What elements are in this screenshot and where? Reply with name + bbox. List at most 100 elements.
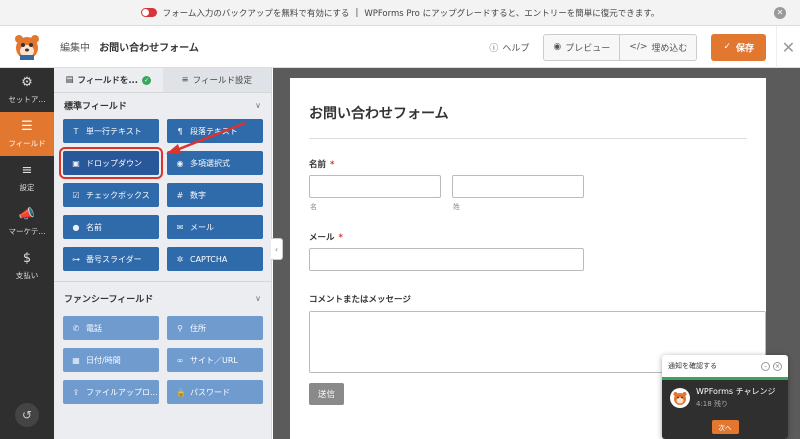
fields-panel: ▤ フィールドを... ✓ ≡ フィールド設定 標準フィールド ∨ T 単一行テキ… xyxy=(54,68,272,439)
preview-button[interactable]: ◉ プレビュー xyxy=(544,34,620,60)
notice-separator: | xyxy=(355,7,359,18)
wpforms-challenge-popup: 通知を確認する – × WPForms チャレンジ 4:18 残り 次へ xyxy=(662,355,788,439)
submit-button[interactable]: 送信 xyxy=(309,383,344,405)
nav-setup-label: セットア... xyxy=(8,94,46,104)
checkbox-icon: ☑ xyxy=(72,190,80,200)
field-address[interactable]: ⚲ 住所 xyxy=(167,316,263,340)
chevron-down-icon: ∨ xyxy=(255,100,261,110)
code-icon: </> xyxy=(629,42,648,52)
close-icon[interactable]: ✕ xyxy=(774,7,786,19)
exit-builder-icon[interactable]: ✕ xyxy=(776,26,800,68)
form-name: お問い合わせフォーム xyxy=(99,43,199,54)
check-icon: ✓ xyxy=(723,42,731,52)
field-email[interactable]: ✉ メール xyxy=(167,215,263,239)
email-label-text: メール xyxy=(309,233,335,243)
field-multiple-choice[interactable]: ◉ 多項選択式 xyxy=(167,151,263,175)
minimize-icon[interactable]: – xyxy=(761,361,770,371)
embed-button[interactable]: </> 埋め込む xyxy=(619,34,697,60)
first-name-input[interactable] xyxy=(309,175,441,198)
help-label: ヘルプ xyxy=(502,43,530,54)
upload-icon: ⇪ xyxy=(72,387,80,397)
dollar-icon: $ xyxy=(22,250,32,266)
email-field-label[interactable]: メール * xyxy=(309,231,343,243)
editing-title: 編集中 お問い合わせフォーム xyxy=(60,39,199,54)
notice-text[interactable]: フォーム入力のバックアップを無料で有効にする xyxy=(163,7,350,19)
field-label: 単一行テキスト xyxy=(86,126,142,136)
challenge-title: WPForms チャレンジ xyxy=(696,387,776,396)
field-date-time[interactable]: ▦ 日付/時間 xyxy=(63,348,159,372)
message-field-label[interactable]: コメントまたはメッセージ xyxy=(309,293,411,305)
backup-toggle[interactable] xyxy=(140,8,157,17)
field-single-line-text[interactable]: T 単一行テキスト xyxy=(63,119,159,143)
required-mark: * xyxy=(338,233,343,243)
last-name-input[interactable] xyxy=(452,175,584,198)
chevron-down-icon: ∨ xyxy=(255,293,261,303)
nav-settings[interactable]: ≡ 設定 xyxy=(0,156,54,200)
next-button[interactable]: 次へ xyxy=(711,420,739,434)
paragraph-icon: ¶ xyxy=(177,126,183,136)
email-input[interactable] xyxy=(309,248,584,271)
bear-avatar-icon xyxy=(670,387,690,408)
left-nav: ⚙ セットア... ☰ フィールド ≡ 設定 📣 マーケテ... $ 支払い ↺ xyxy=(0,68,54,439)
field-label: チェックボックス xyxy=(86,190,150,200)
nav-payments-label: 支払い xyxy=(15,270,39,280)
field-label: 名前 xyxy=(86,222,102,232)
editing-label: 編集中 xyxy=(60,43,90,54)
field-label: 数字 xyxy=(190,190,206,200)
tab-field-settings-label: フィールド設定 xyxy=(192,76,252,86)
save-label: 保存 xyxy=(735,43,754,54)
check-circle-icon: ✓ xyxy=(142,75,152,85)
field-label: 番号スライダー xyxy=(86,254,142,264)
field-label: ファイルアップロ... xyxy=(86,387,158,397)
field-password[interactable]: 🔒 パスワード xyxy=(167,380,263,404)
tab-add-fields[interactable]: ▤ フィールドを... ✓ xyxy=(54,68,163,92)
field-file-upload[interactable]: ⇪ ファイルアップロ... xyxy=(63,380,159,404)
challenge-header-text: 通知を確認する xyxy=(668,362,717,370)
name-field-label[interactable]: 名前 * xyxy=(309,158,334,170)
field-label: 多項選択式 xyxy=(190,158,230,168)
fancy-fields-grid: ✆ 電話 ⚲ 住所 ▦ 日付/時間 ∞ サイト／URL ⇪ ファイルアップロ... 🔒 パス… xyxy=(54,310,271,404)
field-name[interactable]: ● 名前 xyxy=(63,215,159,239)
megaphone-icon: 📣 xyxy=(18,206,36,222)
field-website-url[interactable]: ∞ サイト／URL xyxy=(167,348,263,372)
envelope-icon: ✉ xyxy=(176,222,184,232)
challenge-time: 4:18 残り xyxy=(696,400,728,408)
field-number-slider[interactable]: ⊶ 番号スライダー xyxy=(63,247,159,271)
title-divider xyxy=(309,138,747,139)
help-link[interactable]: ⓘ ヘルプ xyxy=(489,41,529,54)
field-label: サイト／URL xyxy=(190,355,238,365)
field-phone[interactable]: ✆ 電話 xyxy=(63,316,159,340)
field-checkboxes[interactable]: ☑ チェックボックス xyxy=(63,183,159,207)
preview-embed-group: ◉ プレビュー </> 埋め込む xyxy=(543,33,698,61)
nav-marketing[interactable]: 📣 マーケテ... xyxy=(0,200,54,244)
nav-setup[interactable]: ⚙ セットア... xyxy=(0,68,54,112)
sliders-icon: ≡ xyxy=(21,162,33,178)
name-label-text: 名前 xyxy=(309,160,327,170)
revisions-icon[interactable]: ↺ xyxy=(15,403,39,427)
form-title: お問い合わせフォーム xyxy=(309,106,449,122)
field-label: CAPTCHA xyxy=(190,254,228,264)
nav-fields-label: フィールド xyxy=(8,138,46,148)
standard-fields-header[interactable]: 標準フィールド ∨ xyxy=(54,93,271,117)
collapse-panel-handle[interactable]: ‹ xyxy=(271,238,283,260)
person-icon: ● xyxy=(72,222,80,232)
fancy-fields-header[interactable]: ファンシーフィールド ∨ xyxy=(54,286,271,310)
required-mark: * xyxy=(330,160,335,170)
nav-marketing-label: マーケテ... xyxy=(8,226,46,236)
field-label: 段落テキスト xyxy=(190,126,238,136)
field-dropdown[interactable]: ▣ ドロップダウン xyxy=(59,147,163,179)
section-divider xyxy=(54,281,271,282)
radio-icon: ◉ xyxy=(176,158,184,168)
close-icon[interactable]: × xyxy=(773,361,782,371)
text-icon: T xyxy=(73,126,79,136)
nav-payments[interactable]: $ 支払い xyxy=(0,244,54,288)
field-paragraph-text[interactable]: ¶ 段落テキスト xyxy=(167,119,263,143)
field-captcha[interactable]: ✲ CAPTCHA xyxy=(167,247,263,271)
nav-fields[interactable]: ☰ フィールド xyxy=(0,112,54,156)
tab-field-settings[interactable]: ≡ フィールド設定 xyxy=(162,68,271,92)
panel-tabs: ▤ フィールドを... ✓ ≡ フィールド設定 xyxy=(54,68,271,93)
wpforms-logo xyxy=(0,26,54,68)
field-numbers[interactable]: # 数字 xyxy=(167,183,263,207)
eye-icon: ◉ xyxy=(553,42,562,52)
save-button[interactable]: ✓ 保存 xyxy=(711,33,766,61)
